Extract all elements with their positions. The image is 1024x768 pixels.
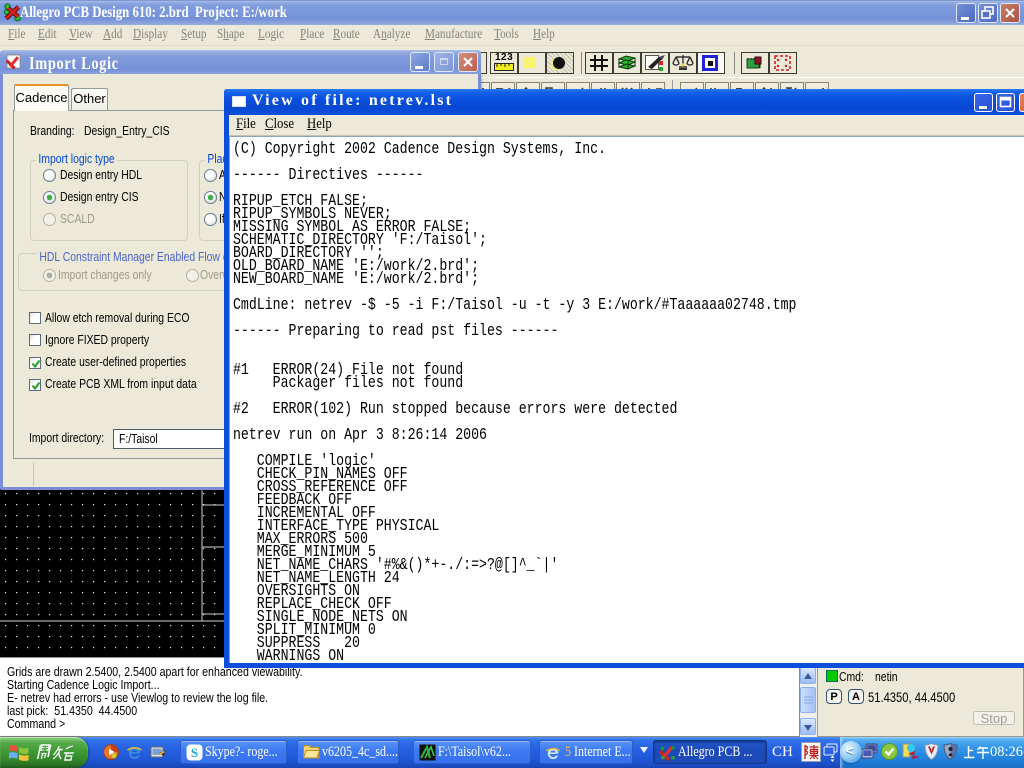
svg-text:S: S: [191, 745, 198, 760]
